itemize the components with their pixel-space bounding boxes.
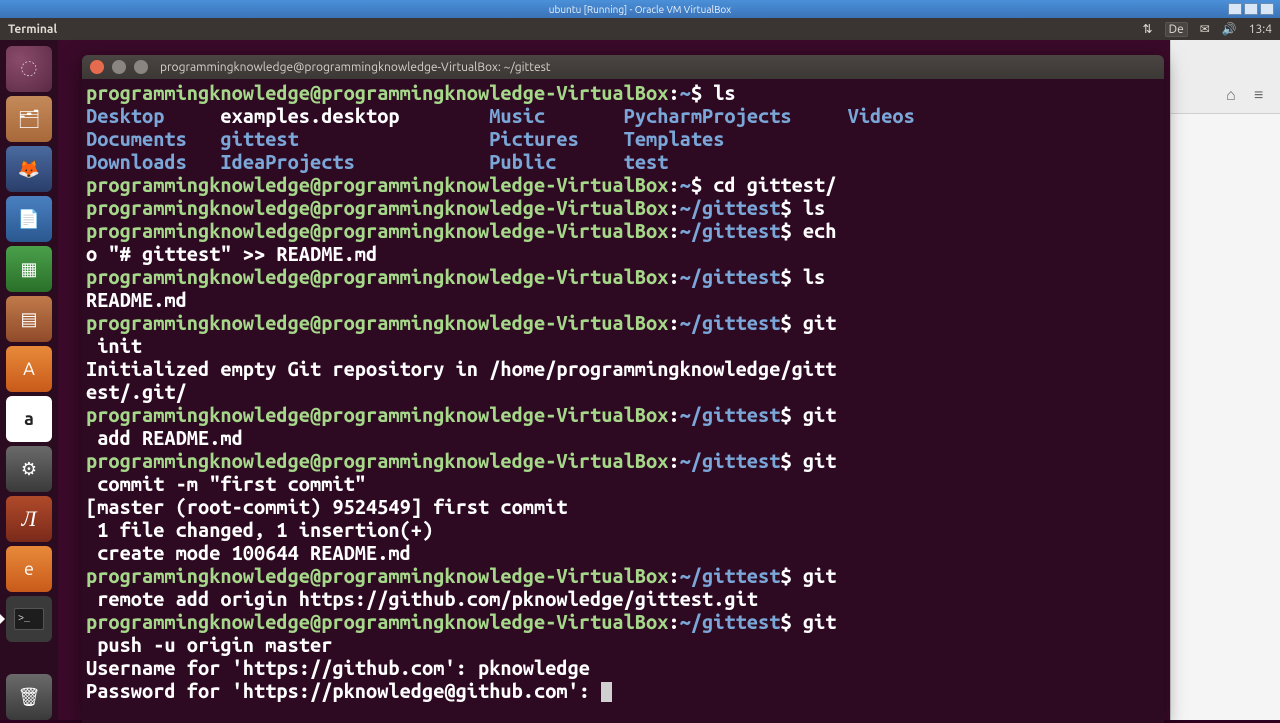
amazon-icon: a (24, 409, 34, 429)
launcher-impress[interactable]: ▤ (6, 296, 52, 342)
launcher-trash[interactable]: 🗑 (6, 674, 52, 720)
folder-icon: 🗂 (18, 109, 41, 130)
vbox-close-button[interactable] (1260, 3, 1274, 15)
terminal-output[interactable]: programmingknowledge@programmingknowledg… (82, 79, 1164, 704)
vbox-maximize-button[interactable] (1244, 3, 1258, 15)
jt-icon: Л (22, 506, 37, 532)
unity-top-panel: Terminal ⇅ De ✉ 🔊 13:4 (0, 18, 1280, 40)
presentation-icon: ▤ (20, 309, 37, 330)
document-icon: 📄 (18, 209, 40, 230)
window-close-button[interactable] (90, 60, 104, 74)
keyboard-language[interactable]: De (1165, 22, 1188, 37)
e-icon: e (24, 559, 34, 579)
software-icon: A (23, 359, 35, 379)
volume-icon[interactable]: 🔊 (1222, 22, 1237, 36)
terminal-title: programmingknowledge@programmingknowledg… (160, 61, 551, 74)
trash-icon: 🗑 (18, 687, 41, 708)
launcher-software[interactable]: A (6, 346, 52, 392)
launcher-app-e[interactable]: e (6, 546, 52, 592)
home-icon[interactable]: ⌂ (1226, 86, 1244, 104)
terminal-window[interactable]: programmingknowledge@programmingknowledg… (82, 55, 1164, 723)
launcher-settings[interactable]: ⚙ (6, 446, 52, 492)
terminal-icon: >_ (14, 608, 44, 630)
launcher-calc[interactable]: ▦ (6, 246, 52, 292)
clock[interactable]: 13:4 (1249, 23, 1272, 36)
launcher-amazon[interactable]: a (6, 396, 52, 442)
launcher-dash[interactable]: ◌ (6, 46, 52, 92)
vbox-title: ubuntu [Running] - Oracle VM VirtualBox (549, 4, 731, 15)
gear-icon: ⚙ (21, 459, 37, 480)
ubuntu-desktop: Terminal ⇅ De ✉ 🔊 13:4 ⌂ ≡ ◌ 🗂 🦊 📄 ▦ ▤ A… (0, 18, 1280, 720)
menu-icon[interactable]: ≡ (1254, 86, 1272, 104)
active-indicator-icon (0, 614, 5, 624)
background-window[interactable]: ⌂ ≡ (1170, 40, 1280, 720)
launcher-writer[interactable]: 📄 (6, 196, 52, 242)
launcher-files[interactable]: 🗂 (6, 96, 52, 142)
window-minimize-button[interactable] (112, 60, 126, 74)
launcher-app-jt[interactable]: Л (6, 496, 52, 542)
unity-launcher: ◌ 🗂 🦊 📄 ▦ ▤ A a ⚙ Л e >_ 🗑 (0, 40, 58, 720)
messaging-icon[interactable]: ✉ (1200, 22, 1210, 36)
launcher-terminal[interactable]: >_ (6, 596, 52, 642)
spreadsheet-icon: ▦ (20, 259, 37, 280)
firefox-icon: 🦊 (18, 159, 40, 180)
virtualbox-titlebar: ubuntu [Running] - Oracle VM VirtualBox (0, 0, 1280, 18)
terminal-titlebar[interactable]: programmingknowledge@programmingknowledg… (82, 55, 1164, 79)
network-icon[interactable]: ⇅ (1143, 22, 1153, 36)
panel-app-name: Terminal (8, 23, 57, 36)
launcher-firefox[interactable]: 🦊 (6, 146, 52, 192)
window-maximize-button[interactable] (134, 60, 148, 74)
ubuntu-logo-icon: ◌ (21, 59, 36, 79)
vbox-minimize-button[interactable] (1228, 3, 1242, 15)
